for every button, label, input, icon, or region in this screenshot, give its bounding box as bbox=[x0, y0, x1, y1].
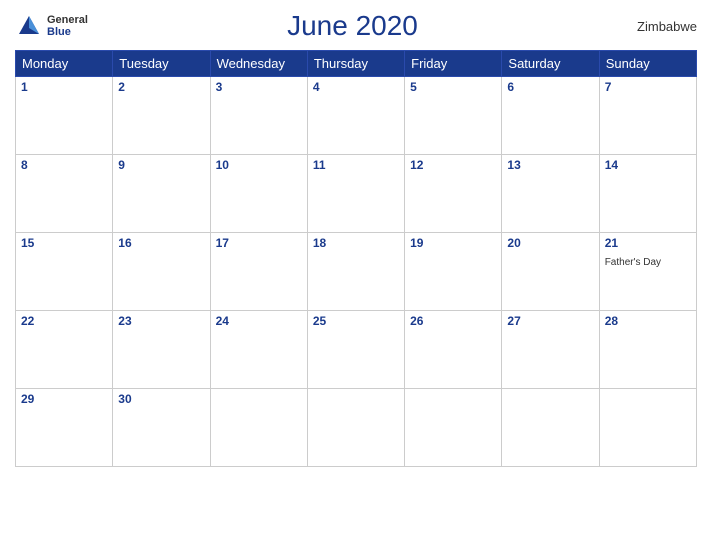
day-number: 27 bbox=[507, 314, 593, 328]
day-number: 12 bbox=[410, 158, 496, 172]
day-cell-0-5: 6 bbox=[502, 77, 599, 155]
day-number: 7 bbox=[605, 80, 691, 94]
day-number: 21 bbox=[605, 236, 691, 250]
day-cell-2-5: 20 bbox=[502, 233, 599, 311]
day-cell-1-0: 8 bbox=[16, 155, 113, 233]
logo-text: General Blue bbox=[47, 14, 88, 38]
week-row-4: 22 23 24 25 26 27 28 bbox=[16, 311, 697, 389]
logo-general-text: General bbox=[47, 14, 88, 26]
day-cell-2-6: 21 Father's Day bbox=[599, 233, 696, 311]
logo-area: General Blue bbox=[15, 12, 88, 40]
day-cell-0-6: 7 bbox=[599, 77, 696, 155]
logo-blue-text: Blue bbox=[47, 26, 88, 38]
day-cell-1-3: 11 bbox=[307, 155, 404, 233]
calendar-header: General Blue June 2020 Zimbabwe bbox=[15, 10, 697, 42]
day-number: 4 bbox=[313, 80, 399, 94]
calendar-container: General Blue June 2020 Zimbabwe Monday T… bbox=[0, 0, 712, 550]
week-row-3: 15 16 17 18 19 20 21 Father's Day bbox=[16, 233, 697, 311]
day-cell-3-3: 25 bbox=[307, 311, 404, 389]
day-event: Father's Day bbox=[605, 257, 661, 268]
day-number: 15 bbox=[21, 236, 107, 250]
day-number: 13 bbox=[507, 158, 593, 172]
day-cell-4-5 bbox=[502, 389, 599, 467]
day-number: 26 bbox=[410, 314, 496, 328]
week-row-1: 1234567 bbox=[16, 77, 697, 155]
day-cell-1-1: 9 bbox=[113, 155, 210, 233]
day-number: 19 bbox=[410, 236, 496, 250]
header-thursday: Thursday bbox=[307, 51, 404, 77]
day-cell-1-5: 13 bbox=[502, 155, 599, 233]
country-label: Zimbabwe bbox=[617, 19, 697, 34]
day-number: 2 bbox=[118, 80, 204, 94]
day-number: 25 bbox=[313, 314, 399, 328]
day-cell-2-4: 19 bbox=[405, 233, 502, 311]
day-number: 14 bbox=[605, 158, 691, 172]
header-monday: Monday bbox=[16, 51, 113, 77]
day-number: 17 bbox=[216, 236, 302, 250]
header-sunday: Sunday bbox=[599, 51, 696, 77]
day-cell-4-0: 29 bbox=[16, 389, 113, 467]
day-number: 23 bbox=[118, 314, 204, 328]
day-number: 24 bbox=[216, 314, 302, 328]
day-cell-3-4: 26 bbox=[405, 311, 502, 389]
day-number: 16 bbox=[118, 236, 204, 250]
day-number: 11 bbox=[313, 158, 399, 172]
day-cell-4-6 bbox=[599, 389, 696, 467]
day-cell-3-0: 22 bbox=[16, 311, 113, 389]
day-cell-3-6: 28 bbox=[599, 311, 696, 389]
day-number: 6 bbox=[507, 80, 593, 94]
day-number: 18 bbox=[313, 236, 399, 250]
day-cell-0-3: 4 bbox=[307, 77, 404, 155]
day-cell-2-3: 18 bbox=[307, 233, 404, 311]
day-number: 9 bbox=[118, 158, 204, 172]
day-number: 8 bbox=[21, 158, 107, 172]
day-cell-4-3 bbox=[307, 389, 404, 467]
generalblue-logo-icon bbox=[15, 12, 43, 40]
week-row-5: 29 30 bbox=[16, 389, 697, 467]
day-cell-1-4: 12 bbox=[405, 155, 502, 233]
day-number: 3 bbox=[216, 80, 302, 94]
calendar-table: Monday Tuesday Wednesday Thursday Friday… bbox=[15, 50, 697, 467]
day-number: 10 bbox=[216, 158, 302, 172]
week-row-2: 89 10 11 12 13 14 bbox=[16, 155, 697, 233]
day-cell-1-6: 14 bbox=[599, 155, 696, 233]
day-number: 20 bbox=[507, 236, 593, 250]
header-friday: Friday bbox=[405, 51, 502, 77]
weekday-header-row: Monday Tuesday Wednesday Thursday Friday… bbox=[16, 51, 697, 77]
header-tuesday: Tuesday bbox=[113, 51, 210, 77]
day-cell-4-4 bbox=[405, 389, 502, 467]
day-cell-0-2: 3 bbox=[210, 77, 307, 155]
day-cell-0-4: 5 bbox=[405, 77, 502, 155]
day-number: 28 bbox=[605, 314, 691, 328]
day-number: 22 bbox=[21, 314, 107, 328]
day-cell-0-1: 2 bbox=[113, 77, 210, 155]
day-cell-4-2 bbox=[210, 389, 307, 467]
day-number: 29 bbox=[21, 392, 107, 406]
day-cell-4-1: 30 bbox=[113, 389, 210, 467]
day-cell-2-1: 16 bbox=[113, 233, 210, 311]
calendar-title: June 2020 bbox=[88, 10, 617, 42]
day-cell-3-1: 23 bbox=[113, 311, 210, 389]
day-number: 30 bbox=[118, 392, 204, 406]
day-number: 5 bbox=[410, 80, 496, 94]
day-cell-1-2: 10 bbox=[210, 155, 307, 233]
day-cell-3-5: 27 bbox=[502, 311, 599, 389]
header-wednesday: Wednesday bbox=[210, 51, 307, 77]
header-saturday: Saturday bbox=[502, 51, 599, 77]
day-cell-2-0: 15 bbox=[16, 233, 113, 311]
day-number: 1 bbox=[21, 80, 107, 94]
day-cell-0-0: 1 bbox=[16, 77, 113, 155]
day-cell-3-2: 24 bbox=[210, 311, 307, 389]
day-cell-2-2: 17 bbox=[210, 233, 307, 311]
